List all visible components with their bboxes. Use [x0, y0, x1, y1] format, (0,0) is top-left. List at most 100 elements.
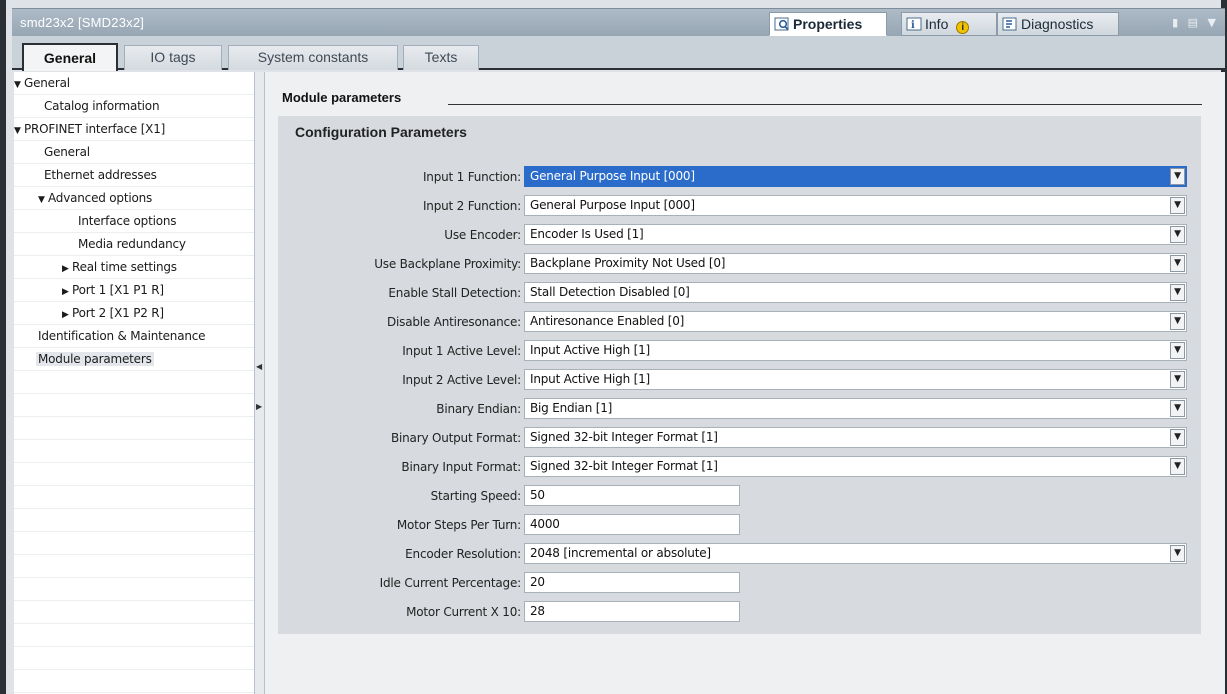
nav-empty-row [14, 578, 254, 601]
dropdown-arrow-icon[interactable]: ▼ [1170, 458, 1185, 475]
svg-text:i: i [911, 20, 915, 31]
input-2-active-level-select[interactable]: Input Active High [1] ▼ [524, 369, 1187, 390]
use-backplane-proximity-select[interactable]: Backplane Proximity Not Used [0] ▼ [524, 253, 1187, 274]
tab-info-label: Info [925, 16, 949, 32]
encoder-resolution-select[interactable]: 2048 [incremental or absolute] ▼ [524, 543, 1187, 564]
nav-item-port-1[interactable]: ▶ Port 1 [X1 P1 R] [14, 279, 254, 302]
motor-steps-per-turn-input[interactable]: 4000 [524, 514, 740, 535]
expanded-arrow-icon[interactable]: ▼ [14, 120, 24, 142]
section-title: Module parameters [282, 90, 402, 105]
param-label: Motor Steps Per Turn: [396, 518, 521, 532]
collapsed-arrow-icon[interactable]: ▶ [62, 258, 72, 280]
dropdown-arrow-icon[interactable]: ▼ [1170, 342, 1185, 359]
dropdown-arrow-icon[interactable]: ▼ [1170, 313, 1185, 330]
properties-icon [774, 17, 790, 31]
tab-info[interactable]: i Info i [901, 12, 997, 36]
nav-item-general[interactable]: ▼ General [14, 72, 254, 95]
nav-empty-row [14, 440, 254, 463]
tab-diagnostics[interactable]: Diagnostics [997, 12, 1119, 36]
title-bar: smd23x2 [SMD23x2] Properties i Info i Di… [12, 8, 1225, 36]
dropdown-arrow-icon[interactable]: ▼ [1170, 226, 1185, 243]
main-tab-bar: General IO tags System constants Texts [12, 36, 1225, 71]
param-label: Binary Input Format: [401, 460, 521, 474]
param-label: Input 1 Active Level: [402, 344, 521, 358]
use-encoder-select[interactable]: Encoder Is Used [1] ▼ [524, 224, 1187, 245]
nav-item-media-redundancy[interactable]: Media redundancy [14, 233, 254, 256]
dropdown-arrow-icon[interactable]: ▼ [1170, 400, 1185, 417]
input-1-active-level-select[interactable]: Input Active High [1] ▼ [524, 340, 1187, 361]
nav-empty-row [14, 601, 254, 624]
nav-item-module-parameters[interactable]: Module parameters [14, 348, 254, 371]
diagnostics-icon [1002, 17, 1018, 31]
expanded-arrow-icon[interactable]: ▼ [38, 189, 48, 211]
dropdown-arrow-icon[interactable]: ▼ [1170, 371, 1185, 388]
dropdown-arrow-icon[interactable]: ▼ [1170, 197, 1185, 214]
nav-item-profinet-general[interactable]: General [14, 141, 254, 164]
tab-texts[interactable]: Texts [403, 45, 479, 70]
binary-endian-select[interactable]: Big Endian [1] ▼ [524, 398, 1187, 419]
nav-empty-row [14, 509, 254, 532]
param-label: Encoder Resolution: [405, 547, 521, 561]
idle-current-percentage-input[interactable]: 20 [524, 572, 740, 593]
param-label: Input 1 Function: [422, 170, 521, 184]
input-2-function-select[interactable]: General Purpose Input [000] ▼ [524, 195, 1187, 216]
window-title: smd23x2 [SMD23x2] [20, 15, 145, 30]
param-label: Motor Current X 10: [406, 605, 521, 619]
expanded-arrow-icon[interactable]: ▼ [14, 74, 24, 96]
dropdown-arrow-icon[interactable]: ▼ [1170, 284, 1185, 301]
enable-stall-detection-select[interactable]: Stall Detection Disabled [0] ▼ [524, 282, 1187, 303]
collapse-left-icon[interactable]: ◀ [256, 362, 262, 371]
window-controls[interactable]: ▮ ▤ ▼ [1172, 16, 1219, 29]
dropdown-arrow-icon[interactable]: ▼ [1170, 255, 1185, 272]
nav-item-interface-options[interactable]: Interface options [14, 210, 254, 233]
tab-properties[interactable]: Properties [769, 12, 887, 36]
disable-antiresonance-select[interactable]: Antiresonance Enabled [0] ▼ [524, 311, 1187, 332]
info-icon: i [906, 17, 922, 31]
nav-empty-row [14, 555, 254, 578]
nav-item-real-time-settings[interactable]: ▶ Real time settings [14, 256, 254, 279]
param-label: Use Backplane Proximity: [374, 257, 521, 271]
tab-system-constants[interactable]: System constants [228, 45, 398, 70]
binary-input-format-select[interactable]: Signed 32-bit Integer Format [1] ▼ [524, 456, 1187, 477]
nav-empty-row [14, 463, 254, 486]
param-label: Input 2 Active Level: [402, 373, 521, 387]
nav-item-catalog-information[interactable]: Catalog information [14, 95, 254, 118]
navigation-tree: ▼ General Catalog information ▼ PROFINET i… [14, 72, 254, 694]
nav-item-ethernet-addresses[interactable]: Ethernet addresses [14, 164, 254, 187]
param-label: Input 2 Function: [422, 199, 521, 213]
param-label: Binary Output Format: [390, 431, 521, 445]
nav-empty-row [14, 394, 254, 417]
tab-io-tags[interactable]: IO tags [124, 45, 222, 70]
nav-empty-row [14, 417, 254, 440]
param-label: Enable Stall Detection: [388, 286, 521, 300]
configuration-panel: Configuration Parameters Input 1 Functio… [278, 116, 1201, 634]
nav-empty-row [14, 486, 254, 509]
tab-general[interactable]: General [22, 43, 118, 71]
binary-output-format-select[interactable]: Signed 32-bit Integer Format [1] ▼ [524, 427, 1187, 448]
nav-empty-row [14, 532, 254, 555]
param-label: Starting Speed: [430, 489, 522, 503]
param-label: Disable Antiresonance: [386, 315, 521, 329]
nav-empty-row [14, 647, 254, 670]
nav-item-port-2[interactable]: ▶ Port 2 [X1 P2 R] [14, 302, 254, 325]
input-1-function-select[interactable]: General Purpose Input [000] ▼ [524, 166, 1187, 187]
dropdown-arrow-icon[interactable]: ▼ [1170, 429, 1185, 446]
tab-diagnostics-label: Diagnostics [1021, 16, 1094, 32]
content-area: Module parameters Configuration Paramete… [265, 72, 1225, 694]
nav-empty-row [14, 371, 254, 394]
nav-item-identification-maintenance[interactable]: Identification & Maintenance [14, 325, 254, 348]
starting-speed-input[interactable]: 50 [524, 485, 740, 506]
collapsed-arrow-icon[interactable]: ▶ [62, 304, 72, 326]
param-label: Use Encoder: [444, 228, 521, 242]
motor-current-input[interactable]: 28 [524, 601, 740, 622]
nav-empty-row [14, 670, 254, 693]
nav-item-advanced-options[interactable]: ▼ Advanced options [14, 187, 254, 210]
param-label: Binary Endian: [436, 402, 521, 416]
warning-info-icon: i [956, 21, 970, 34]
collapsed-arrow-icon[interactable]: ▶ [62, 281, 72, 303]
dropdown-arrow-icon[interactable]: ▼ [1170, 545, 1185, 562]
section-divider [448, 104, 1202, 105]
dropdown-arrow-icon[interactable]: ▼ [1170, 168, 1185, 185]
properties-window: smd23x2 [SMD23x2] Properties i Info i Di… [0, 0, 1227, 694]
nav-item-profinet-interface[interactable]: ▼ PROFINET interface [X1] [14, 118, 254, 141]
